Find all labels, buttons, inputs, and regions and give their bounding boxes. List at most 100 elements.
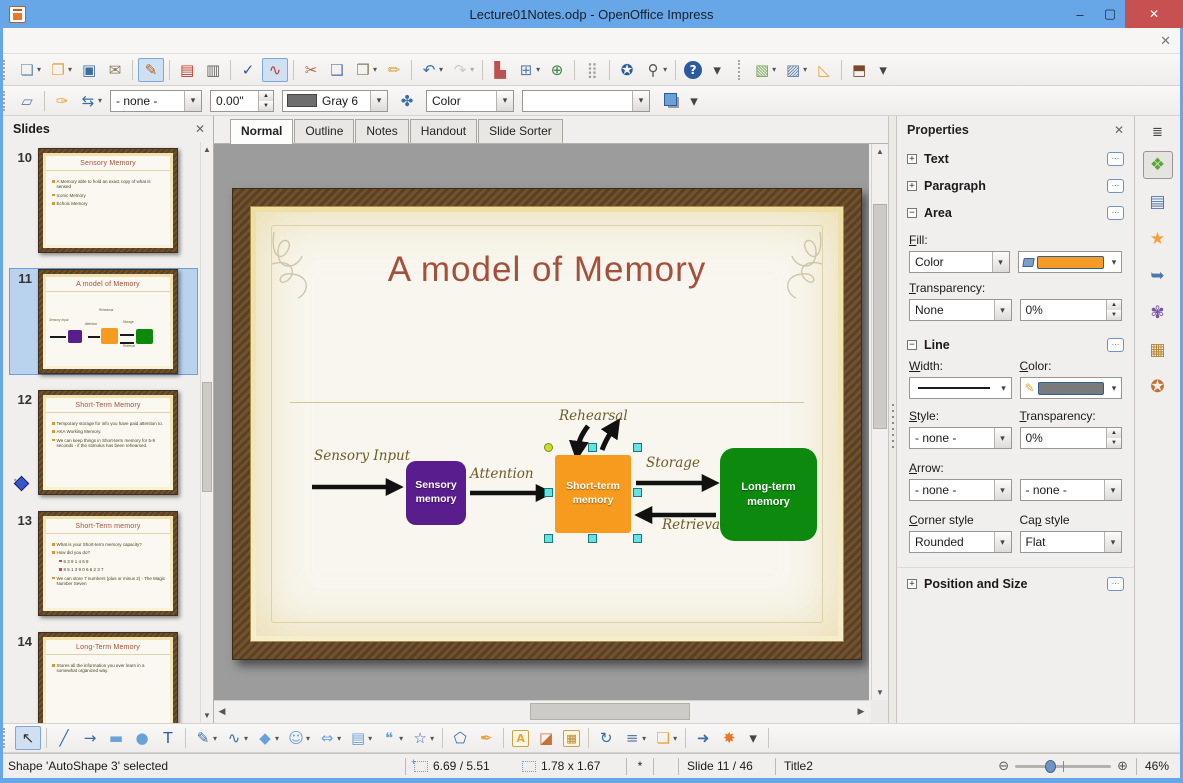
dropdown-arrow-icon[interactable]: ▾ bbox=[430, 734, 434, 743]
label-attention[interactable]: Attention bbox=[470, 466, 534, 482]
diagram-box-long-term-memory[interactable]: Long-term memory bbox=[720, 448, 817, 541]
zoom-slider[interactable]: ⊖ ⊕ bbox=[990, 759, 1136, 774]
sidebar-tab-master-pages[interactable]: ▤ bbox=[1143, 188, 1173, 216]
line-width-spinner[interactable]: 0.00" ▲ ▼ bbox=[210, 89, 275, 112]
dropdown-arrow-icon[interactable]: ▾ bbox=[37, 65, 41, 74]
navigator-button[interactable]: ✪ bbox=[615, 59, 639, 81]
spin-up-icon[interactable]: ▲ bbox=[1107, 300, 1121, 310]
dropdown-arrow-icon[interactable]: ▾ bbox=[439, 65, 443, 74]
selection-handle-top-left[interactable] bbox=[544, 443, 553, 452]
chevron-down-icon[interactable]: ▾ bbox=[632, 90, 650, 111]
auto-spellcheck-button[interactable]: ∿ bbox=[262, 57, 289, 82]
transparency-type-select[interactable]: None ▾ bbox=[909, 299, 1012, 321]
chevron-down-icon[interactable]: ▾ bbox=[991, 252, 1009, 272]
fill-color-select[interactable]: ▾ bbox=[522, 89, 651, 112]
section-text[interactable]: + Text ⋯ bbox=[897, 147, 1134, 171]
toolbar-grip[interactable] bbox=[3, 90, 10, 111]
basic-shapes-button[interactable]: ◆ ▾ bbox=[253, 727, 282, 749]
flowchart-button[interactable]: ▤ ▾ bbox=[346, 727, 375, 749]
shadow-button[interactable] bbox=[661, 91, 682, 110]
symbol-shapes-button[interactable]: ☺ ▾ bbox=[284, 727, 313, 749]
slide-thumbnail[interactable]: Short-Term memory What is your Short-term… bbox=[38, 511, 178, 616]
dropdown-arrow-icon[interactable]: ▾ bbox=[803, 65, 807, 74]
title-bar[interactable]: Lecture01Notes.odp - OpenOffice Impress … bbox=[0, 0, 1183, 28]
selection-handle-bottom-left[interactable] bbox=[544, 534, 553, 543]
dropdown-arrow-icon[interactable]: ▾ bbox=[68, 65, 72, 74]
arrow-start-select[interactable]: - none - ▾ bbox=[909, 479, 1012, 501]
line-width-select[interactable]: ▾ bbox=[909, 377, 1012, 399]
menu-file[interactable] bbox=[6, 37, 22, 45]
dialog-launcher-icon[interactable]: ⋯ bbox=[1107, 338, 1124, 352]
dialog-launcher-icon[interactable]: ⋯ bbox=[1107, 206, 1124, 220]
slide-design-button[interactable]: ▨ ▾ bbox=[781, 59, 810, 81]
sidebar-tab-custom-animation[interactable]: ★ bbox=[1143, 225, 1173, 253]
text-button[interactable]: T bbox=[156, 727, 180, 749]
edit-points-button[interactable]: ⬠ bbox=[448, 727, 472, 749]
arrange-button[interactable]: ❏ ▾ bbox=[651, 727, 680, 749]
format-paintbrush-button[interactable]: ✏ bbox=[382, 59, 406, 81]
tab-normal[interactable]: Normal bbox=[230, 119, 294, 144]
toolbar-options-button[interactable]: ▾ bbox=[743, 728, 763, 748]
fill-type-select[interactable]: Color ▾ bbox=[909, 251, 1010, 273]
insert-picture-button[interactable]: ◪ bbox=[534, 727, 558, 749]
chevron-down-icon[interactable]: ▾ bbox=[184, 90, 202, 111]
chevron-down-icon[interactable]: ▾ bbox=[370, 90, 388, 111]
line-transparency-spinner[interactable]: 0% ▲ ▼ bbox=[1019, 427, 1122, 449]
fill-style-button[interactable]: ✤ bbox=[395, 90, 419, 112]
line-button[interactable]: ╱ bbox=[52, 727, 76, 749]
chevron-down-icon[interactable]: ▾ bbox=[997, 383, 1011, 394]
slide-thumbnail[interactable]: Long-Term Memory Stores all the informati… bbox=[38, 632, 178, 723]
arrow-styles-button[interactable]: ⇆ ▾ bbox=[76, 90, 105, 112]
curve-button[interactable]: ✎ ▾ bbox=[191, 727, 220, 749]
collapse-icon[interactable]: − bbox=[907, 208, 917, 218]
dropdown-arrow-icon[interactable]: ▾ bbox=[306, 734, 310, 743]
close-icon[interactable]: ✕ bbox=[195, 122, 205, 136]
zoom-in-icon[interactable]: ⊕ bbox=[1117, 759, 1128, 774]
slide-thumbnail-row[interactable]: 14 Long-Term Memory Stores all the informa… bbox=[9, 631, 198, 723]
scroll-up-icon[interactable]: ▲ bbox=[201, 142, 213, 157]
dropdown-arrow-icon[interactable]: ▾ bbox=[368, 734, 372, 743]
hyperlink-button[interactable]: ⊕ bbox=[545, 59, 569, 81]
selection-handle-bottom-middle[interactable] bbox=[588, 534, 597, 543]
toolbar-grip[interactable] bbox=[3, 59, 10, 80]
menu-tools[interactable] bbox=[86, 37, 102, 45]
table-button[interactable]: ⊞ ▾ bbox=[514, 59, 543, 81]
arrow-button[interactable]: → bbox=[78, 727, 102, 749]
scroll-down-icon[interactable]: ▼ bbox=[872, 685, 888, 700]
dialog-launcher-icon[interactable]: ⋯ bbox=[1107, 576, 1124, 591]
dropdown-arrow-icon[interactable]: ▾ bbox=[399, 734, 403, 743]
dropdown-arrow-icon[interactable]: ▾ bbox=[663, 65, 667, 74]
ellipse-button[interactable]: ● bbox=[130, 727, 154, 749]
scrollbar-thumb[interactable] bbox=[530, 703, 690, 720]
menu-format[interactable] bbox=[70, 37, 86, 45]
dialog-launcher-icon[interactable]: ⋯ bbox=[1107, 179, 1124, 193]
dropdown-arrow-icon[interactable]: ▾ bbox=[642, 734, 646, 743]
expand-icon[interactable]: + bbox=[907, 181, 917, 191]
rotate-button[interactable]: ↻ bbox=[594, 727, 618, 749]
slide-show-button[interactable]: ⬒ bbox=[847, 59, 871, 81]
tab-outline[interactable]: Outline bbox=[294, 119, 355, 143]
dialog-launcher-icon[interactable]: ⋯ bbox=[1107, 152, 1124, 166]
menu-insert[interactable] bbox=[54, 37, 70, 45]
scroll-right-icon[interactable]: ▶ bbox=[853, 701, 869, 722]
scroll-up-icon[interactable]: ▲ bbox=[872, 144, 888, 159]
dropdown-arrow-icon[interactable]: ▾ bbox=[275, 734, 279, 743]
chevron-down-icon[interactable]: ▾ bbox=[993, 300, 1011, 320]
slide-layout-button[interactable]: ◺ bbox=[812, 59, 836, 81]
toolbar-grip[interactable] bbox=[738, 59, 745, 80]
collapse-icon[interactable]: − bbox=[907, 340, 917, 350]
alignment-button[interactable]: ≡ ▾ bbox=[620, 727, 649, 749]
menu-help[interactable] bbox=[134, 37, 150, 45]
new-document-button[interactable]: ❏ ▾ bbox=[15, 59, 44, 81]
chevron-down-icon[interactable]: ▾ bbox=[496, 90, 514, 111]
section-line[interactable]: − Line ⋯ bbox=[897, 333, 1134, 357]
zoom-thumb-handle[interactable] bbox=[1045, 759, 1057, 773]
label-rehearsal[interactable]: Rehearsal bbox=[559, 408, 628, 424]
zoom-track[interactable] bbox=[1015, 759, 1112, 773]
save-button[interactable]: ▣ bbox=[77, 59, 101, 81]
dropdown-arrow-icon[interactable]: ▾ bbox=[673, 734, 677, 743]
sidebar-tab-sidebar-settings[interactable]: ≣ bbox=[1143, 122, 1173, 142]
select-button[interactable]: ↖ bbox=[15, 726, 41, 750]
tab-slide-sorter[interactable]: Slide Sorter bbox=[478, 119, 563, 143]
corner-style-select[interactable]: Rounded ▾ bbox=[909, 531, 1012, 553]
